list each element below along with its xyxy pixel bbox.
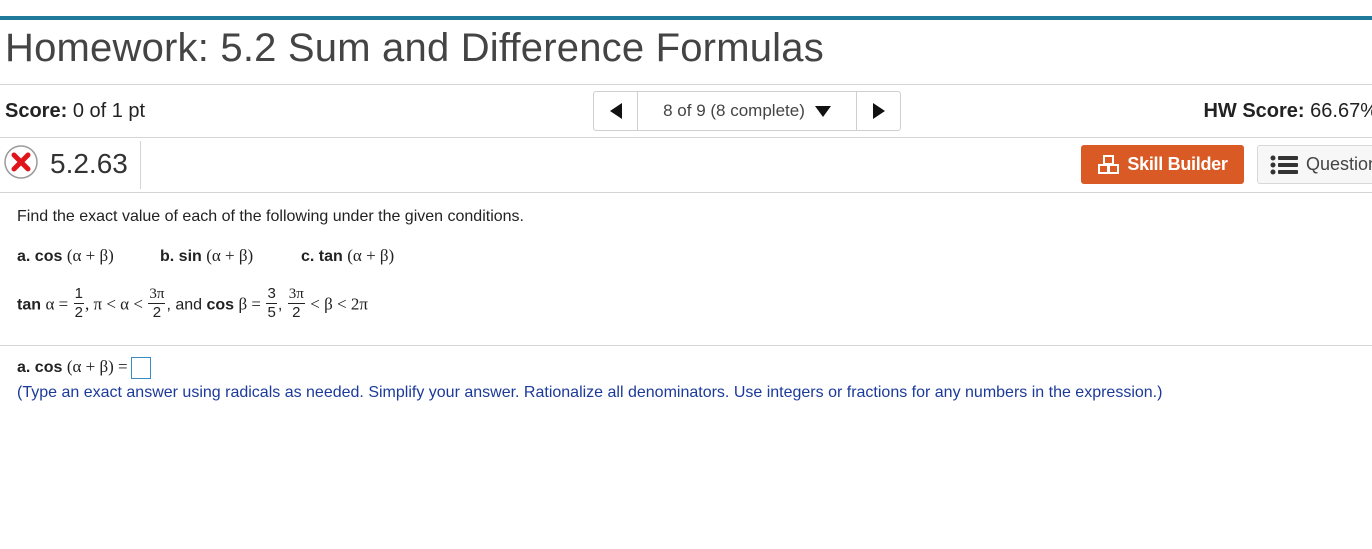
part-c-expr: (α + β) bbox=[347, 246, 395, 265]
score-value: 0 of 1 pt bbox=[72, 100, 146, 122]
beta-eq: β = bbox=[238, 294, 262, 314]
part-b: b. sin (α + β) bbox=[160, 246, 253, 266]
skill-builder-label: Skill Builder bbox=[1127, 154, 1228, 174]
beta-range: < β < 2π bbox=[310, 294, 368, 314]
hw-score-value: 66.67% bbox=[1310, 100, 1372, 122]
part-b-expr: (α + β) bbox=[206, 246, 254, 265]
cos-label: cos bbox=[206, 296, 235, 314]
hw-score: HW Score: 66.67% bbox=[1203, 100, 1372, 123]
caret-down-icon bbox=[814, 105, 831, 117]
answer-input[interactable] bbox=[130, 357, 151, 379]
divider bbox=[140, 141, 141, 189]
arrow-right-icon bbox=[872, 103, 885, 119]
tan-fraction: 1 2 bbox=[73, 285, 84, 322]
tan-denominator: 2 bbox=[73, 303, 84, 321]
cos-fraction: 3 5 bbox=[266, 285, 277, 322]
cos-numerator: 3 bbox=[267, 285, 276, 302]
question-number: 5.2.63 bbox=[50, 148, 128, 179]
question-list-button[interactable]: Question bbox=[1257, 145, 1372, 184]
question-position-text: 8 of 9 (8 complete) bbox=[663, 101, 805, 120]
part-a: a. cos (α + β) bbox=[17, 246, 114, 266]
blocks-icon bbox=[1098, 154, 1120, 174]
problem-instruction: Find the exact value of each of the foll… bbox=[17, 208, 524, 225]
tan-numerator: 1 bbox=[74, 285, 83, 302]
skill-builder-button[interactable]: Skill Builder bbox=[1081, 145, 1244, 184]
part-a-expr: (α + β) bbox=[66, 246, 114, 265]
arrow-left-icon bbox=[609, 103, 622, 119]
divider bbox=[0, 345, 1372, 346]
previous-question-button[interactable] bbox=[594, 92, 638, 130]
alpha-upper-denominator: 2 bbox=[148, 303, 166, 322]
divider bbox=[0, 192, 1372, 193]
alpha-upper-numerator: 3π bbox=[149, 286, 165, 302]
score-label: Score: bbox=[5, 100, 68, 122]
beta-lower-denominator: 2 bbox=[287, 303, 305, 322]
answer-hint: (Type an exact answer using radicals as … bbox=[17, 384, 1163, 401]
answer-row: a. cos (α + β) = bbox=[17, 357, 151, 379]
answer-expr: (α + β) = bbox=[66, 357, 128, 377]
part-c: c. tan (α + β) bbox=[301, 246, 394, 266]
divider bbox=[0, 84, 1372, 85]
alpha-upper-fraction: 3π 2 bbox=[148, 285, 166, 322]
alpha-eq: α = bbox=[45, 294, 69, 314]
list-icon bbox=[1270, 155, 1298, 174]
part-c-label: c. tan bbox=[301, 248, 343, 265]
divider bbox=[0, 137, 1372, 138]
part-a-label: a. cos bbox=[17, 248, 63, 265]
next-question-button[interactable] bbox=[856, 92, 900, 130]
given-conditions: tan α = 1 2 , π < α < 3π 2 , and cos β =… bbox=[17, 285, 368, 322]
alpha-range: , π < α < bbox=[85, 294, 143, 314]
question-navigator: 8 of 9 (8 complete) bbox=[593, 91, 901, 131]
question-list-label: Question bbox=[1306, 154, 1372, 174]
hw-score-label: HW Score: bbox=[1203, 100, 1305, 122]
cos-denominator: 5 bbox=[266, 303, 277, 321]
beta-lower-fraction: 3π 2 bbox=[287, 285, 305, 322]
page-title: Homework: 5.2 Sum and Difference Formula… bbox=[5, 26, 824, 70]
top-accent-bar bbox=[0, 16, 1372, 20]
question-position-dropdown[interactable]: 8 of 9 (8 complete) bbox=[638, 92, 856, 130]
and-text: , and bbox=[166, 296, 203, 314]
part-b-label: b. sin bbox=[160, 248, 202, 265]
answer-label: a. cos bbox=[17, 359, 63, 377]
incorrect-x-icon bbox=[4, 145, 38, 179]
tan-label: tan bbox=[17, 296, 41, 314]
score: Score: 0 of 1 pt bbox=[5, 100, 145, 123]
beta-lower-numerator: 3π bbox=[288, 286, 304, 302]
